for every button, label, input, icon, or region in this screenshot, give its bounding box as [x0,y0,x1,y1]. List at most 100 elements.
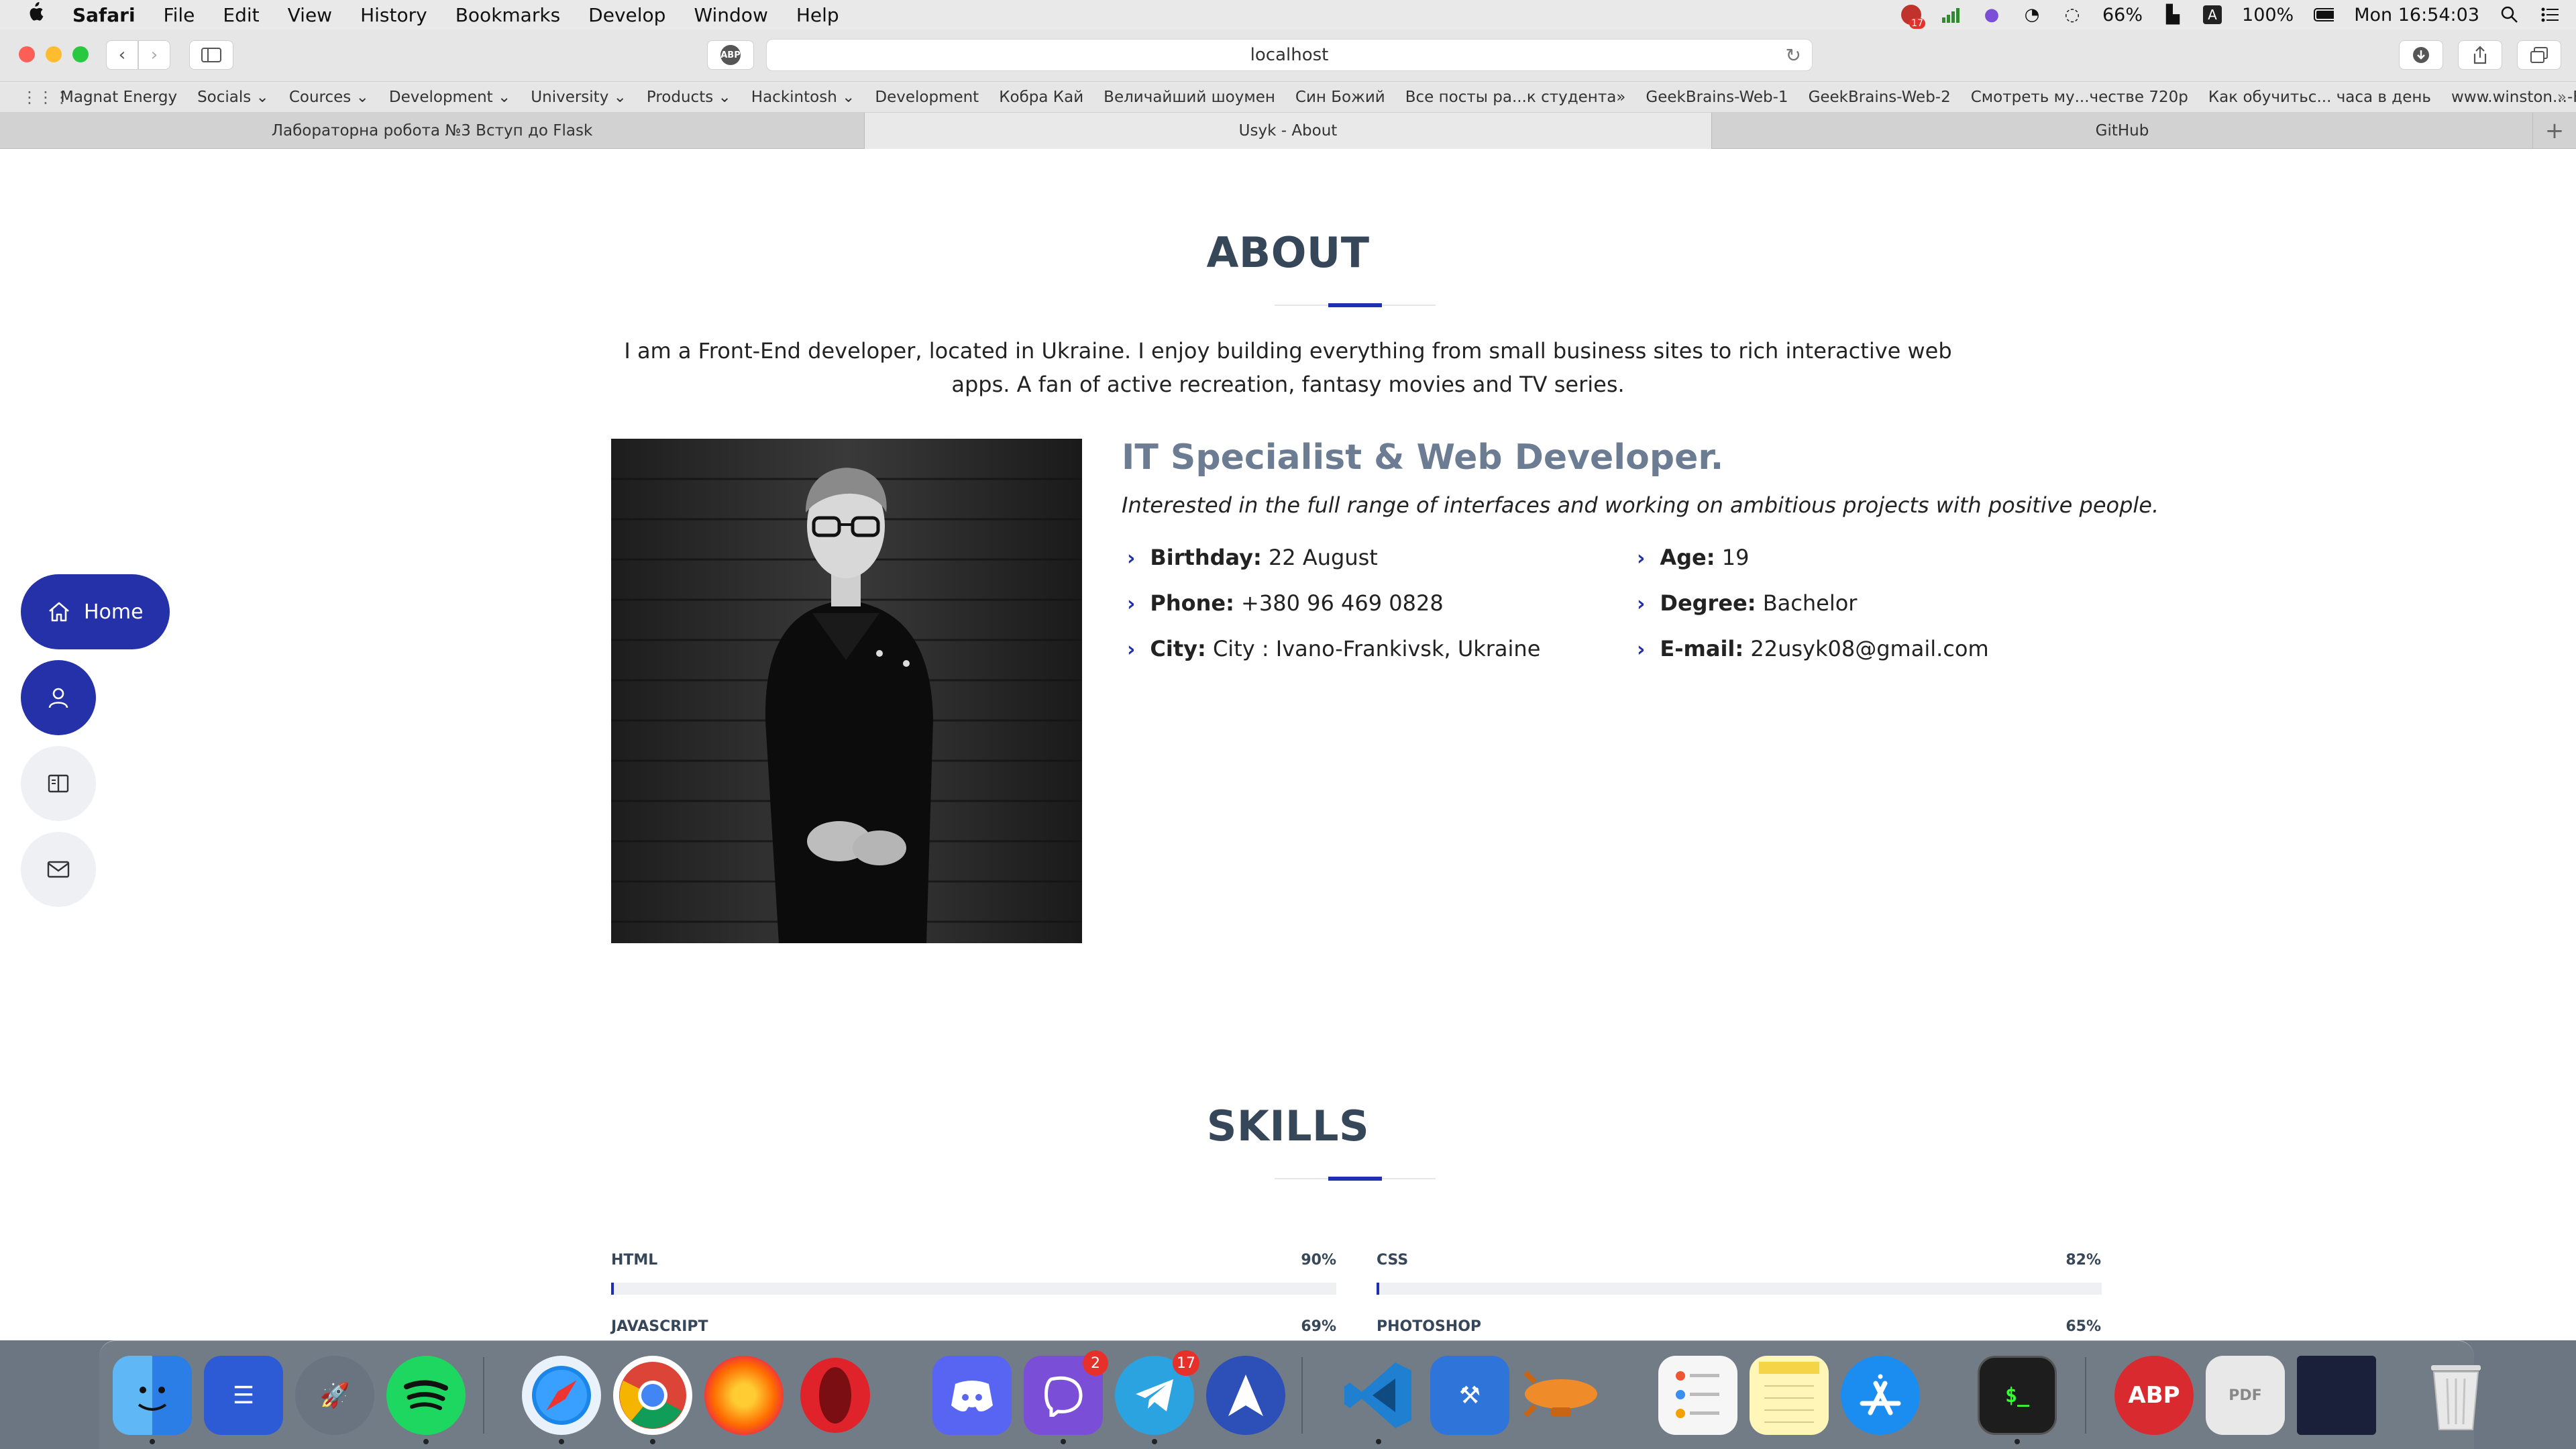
menu-app-name[interactable]: Safari [72,4,136,26]
adblock-plus-icon[interactable]: ABP [2114,1356,2194,1435]
notification-badge-icon[interactable]: 17 [1901,5,1925,29]
bookmarks-grid-icon[interactable]: ⋮⋮⋮ [21,88,70,107]
opera-icon[interactable] [796,1356,875,1435]
pdf-document-icon[interactable]: PDF [2206,1356,2285,1435]
time-machine-icon[interactable]: ◔ [2022,5,2042,25]
viber-status-icon[interactable]: ● [1982,5,2002,25]
bookmark-folder[interactable]: Products ⌄ [647,89,731,106]
spotlight-search-icon[interactable] [2500,5,2520,25]
bookmark-item[interactable]: Как обучитьс... часа в день [2208,89,2431,106]
apple-menu-icon[interactable] [25,1,52,28]
nav-contact-button[interactable] [21,832,96,907]
share-button[interactable] [2458,40,2502,70]
running-indicator [1061,1439,1066,1444]
input-source-icon[interactable]: A [2203,5,2222,24]
menu-help[interactable]: Help [796,4,839,26]
dock: ☰ 🚀 2 17 ⚒ $_ ABP PDF [99,1340,2481,1449]
notes-icon[interactable] [1750,1356,1829,1435]
info-value: Bachelor [1762,590,1858,616]
finder-icon[interactable] [113,1356,192,1435]
nav-resume-button[interactable] [21,746,96,821]
tab-flask-lab[interactable]: Лабораторна робота №3 Вступ до Flask [0,113,865,149]
viber-icon[interactable]: 2 [1024,1350,1108,1435]
close-window-button[interactable] [19,46,35,62]
bookmark-item[interactable]: Смотреть му...честве 720p [1971,89,2188,106]
vscode-icon[interactable] [1339,1356,1418,1435]
info-degree: › Degree: Bachelor [1637,590,1857,616]
bookmark-item[interactable]: Magnat Energy [60,89,177,106]
forward-button[interactable]: › [138,40,170,70]
tab-github[interactable]: GitHub [1712,113,2533,149]
airship-app-icon[interactable] [1521,1356,1601,1435]
terminal-icon[interactable]: $_ [1978,1356,2057,1435]
spotify-icon[interactable] [386,1356,466,1435]
bookmark-item[interactable]: Все посты ра...к студента» [1405,89,1626,106]
battery-circle-icon[interactable]: ◌ [2062,5,2082,25]
skill-percent-css: 82% [2065,1252,2101,1269]
bookmark-folder[interactable]: Hackintosh ⌄ [751,89,855,106]
chevron-left-icon: ‹ [118,45,126,65]
bookmark-folder[interactable]: Cources ⌄ [289,89,369,106]
web-page: Home ABOUT I am a Front-End developer, l… [0,149,2576,1340]
nav-home-button[interactable]: Home [21,574,170,649]
info-value[interactable]: 22usyk08@gmail.com [1750,636,1988,661]
battery-percent: 100% [2242,4,2294,25]
zoom-window-button[interactable] [72,46,89,62]
sidebar-toggle-button[interactable] [189,40,233,70]
safari-icon[interactable] [522,1356,601,1435]
trash-icon[interactable] [2416,1356,2496,1435]
bookmark-folder[interactable]: Development ⌄ [389,89,511,106]
info-label: City: [1150,636,1206,661]
firefox-icon[interactable] [704,1356,784,1435]
menu-develop[interactable]: Develop [588,4,665,26]
menu-view[interactable]: View [288,4,332,26]
screen-recording-thumbnail[interactable] [2297,1356,2376,1435]
app-store-icon[interactable] [1841,1356,1920,1435]
bookmark-item[interactable]: GeekBrains-Web-2 [1809,89,1951,106]
telegram-icon[interactable]: 17 [1115,1350,1199,1435]
bookmark-item[interactable]: Кобра Кай [999,89,1083,106]
new-tab-button[interactable]: + [2533,113,2576,148]
menu-window[interactable]: Window [694,4,767,26]
adblock-icon: ABP [720,45,741,65]
running-indicator [1376,1439,1381,1444]
envelope-icon [47,861,70,878]
dock-separator [483,1357,484,1434]
adblock-extension-button[interactable]: ABP [707,40,754,70]
skill-percent-javascript: 69% [1301,1318,1336,1335]
navigation-app-icon[interactable] [1206,1356,1285,1435]
nav-about-button[interactable] [21,660,96,735]
bookmark-item[interactable]: Величайший шоумен [1104,89,1275,106]
running-indicator [423,1439,429,1444]
about-description: I am a Front-End developer, located in U… [624,338,1952,397]
back-button[interactable]: ‹ [106,40,138,70]
bookmark-folder[interactable]: University ⌄ [531,89,627,106]
bookmarks-overflow-icon[interactable]: » [2557,89,2567,106]
signal-bars-icon[interactable] [1941,5,1962,25]
bookmark-item[interactable]: GeekBrains-Web-1 [1646,89,1788,106]
clock[interactable]: Mon 16:54:03 [2354,5,2479,25]
downloads-button[interactable] [2399,40,2443,70]
control-center-icon[interactable] [2540,5,2560,25]
menu-file[interactable]: File [164,4,195,26]
address-bar[interactable]: localhost ↻ [766,39,1813,71]
menu-history[interactable]: History [360,4,427,26]
chevron-right-icon: › [1127,592,1136,616]
xcode-icon[interactable]: ⚒ [1430,1356,1509,1435]
file-manager-icon[interactable]: ☰ [204,1356,283,1435]
minimize-window-button[interactable] [46,46,62,62]
chrome-icon[interactable] [613,1356,692,1435]
launchpad-icon[interactable]: 🚀 [295,1356,374,1435]
reminders-icon[interactable] [1658,1356,1737,1435]
discord-icon[interactable] [932,1356,1012,1435]
menu-bookmarks[interactable]: Bookmarks [455,4,560,26]
bookmark-folder[interactable]: Socials ⌄ [197,89,269,106]
window-tiling-icon[interactable]: ▙ [2163,5,2183,25]
tab-usyk-about[interactable]: Usyk - About [865,113,1712,149]
tab-overview-button[interactable] [2517,40,2561,70]
battery-icon[interactable] [2314,5,2334,25]
bookmark-item[interactable]: Син Божий [1295,89,1385,106]
menu-edit[interactable]: Edit [223,4,259,26]
reload-icon[interactable]: ↻ [1786,44,1801,66]
bookmark-item[interactable]: Development [875,89,979,106]
